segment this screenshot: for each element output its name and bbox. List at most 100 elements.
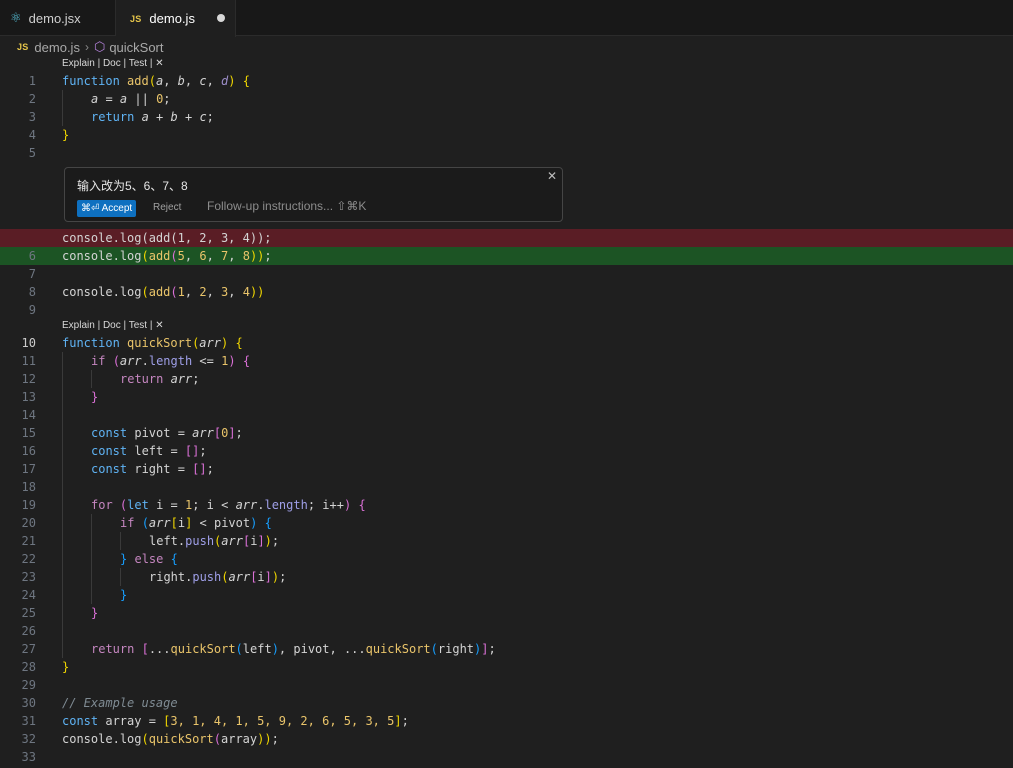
followup-input[interactable]: Follow-up instructions... ⇧⌘K <box>207 199 366 213</box>
code-line: 32 console.log(quickSort(array)); <box>0 730 1013 748</box>
line-number: 29 <box>21 678 36 692</box>
line-number: 9 <box>28 303 36 317</box>
code-line: 18 <box>0 478 1013 496</box>
js-icon: JS <box>130 13 142 24</box>
line-content: return a + b + c; <box>91 110 214 124</box>
code-line: 13 } <box>0 388 1013 406</box>
line-content: } else { <box>120 552 178 566</box>
line-content: } <box>91 390 99 404</box>
code-line: 23 right.push(arr[i]); <box>0 568 1013 586</box>
line-number: 21 <box>21 534 36 548</box>
line-number: 5 <box>28 146 36 160</box>
inline-edit-prompt: 输入改为5、6、7、8 ⌘⏎ Accept Reject Follow-up i… <box>64 167 563 222</box>
line-content: console.log(quickSort(array)); <box>62 732 279 746</box>
breadcrumb: JS demo.js › ⬡ quickSort <box>0 38 164 56</box>
line-number: 7 <box>28 267 36 281</box>
line-content: a = a || 0; <box>91 92 171 106</box>
code-line: 4 } <box>0 126 1013 144</box>
line-content: function add(a, b, c, d) { <box>62 74 250 88</box>
line-content: console.log(add(5, 6, 7, 8)); <box>62 249 272 263</box>
line-number: 26 <box>21 624 36 638</box>
line-content: return [...quickSort(left), pivot, ...qu… <box>91 642 496 656</box>
line-number: 13 <box>21 390 36 404</box>
line-number: 22 <box>21 552 36 566</box>
diff-inserted-line: 6 console.log(add(5, 6, 7, 8)); <box>0 247 1013 265</box>
line-number: 17 <box>21 462 36 476</box>
code-line: 28 } <box>0 658 1013 676</box>
line-content: } <box>62 660 70 674</box>
code-line: 31 const array = [3, 1, 4, 1, 5, 9, 2, 6… <box>0 712 1013 730</box>
code-line: 27 return [...quickSort(left), pivot, ..… <box>0 640 1013 658</box>
line-number: 24 <box>21 588 36 602</box>
line-number: 32 <box>21 732 36 746</box>
line-content: console.log(add(1, 2, 3, 4)); <box>62 231 272 245</box>
tab-label: demo.jsx <box>28 10 81 26</box>
code-line: 2 a = a || 0; <box>0 90 1013 108</box>
code-line: 16 const left = []; <box>0 442 1013 460</box>
line-number: 10 <box>21 336 36 350</box>
line-number: 3 <box>28 110 36 124</box>
close-icon[interactable]: ✕ <box>547 169 557 183</box>
line-number: 1 <box>28 74 36 88</box>
code-line: 30 // Example usage <box>0 694 1013 712</box>
line-content: return arr; <box>120 372 200 386</box>
tab-demo-jsx[interactable]: ⚛ demo.jsx <box>0 0 116 36</box>
line-content: console.log(add(1, 2, 3, 4)) <box>62 285 265 299</box>
code-line: 10 function quickSort(arr) { <box>0 334 1013 352</box>
line-number: 6 <box>28 249 36 263</box>
line-number: 33 <box>21 750 36 764</box>
code-line: 12 return arr; <box>0 370 1013 388</box>
line-number: 23 <box>21 570 36 584</box>
js-icon: JS <box>17 42 29 52</box>
line-number: 18 <box>21 480 36 494</box>
line-number: 11 <box>21 354 36 368</box>
line-number: 4 <box>28 128 36 142</box>
line-number: 20 <box>21 516 36 530</box>
code-line: 17 const right = []; <box>0 460 1013 478</box>
react-icon: ⚛ <box>10 10 22 25</box>
line-number: 8 <box>28 285 36 299</box>
code-line: 25 } <box>0 604 1013 622</box>
line-content: if (arr.length <= 1) { <box>91 354 251 368</box>
line-content: const right = []; <box>91 462 214 476</box>
line-content: } <box>91 606 99 620</box>
line-number: 25 <box>21 606 36 620</box>
line-content: for (let i = 1; i < arr.length; i++) { <box>91 498 366 512</box>
code-line: 22 } else { <box>0 550 1013 568</box>
code-line: 9 <box>0 301 1013 319</box>
line-number: 14 <box>21 408 36 422</box>
line-content: // Example usage <box>62 696 178 710</box>
breadcrumb-file[interactable]: demo.js <box>34 40 80 55</box>
reject-button[interactable]: Reject <box>153 202 181 213</box>
breadcrumb-symbol[interactable]: quickSort <box>109 40 163 55</box>
codelens-actions[interactable]: Explain | Doc | Test | ✕ <box>62 58 164 69</box>
tab-demo-js[interactable]: JS demo.js <box>116 0 236 37</box>
line-content: function quickSort(arr) { <box>62 336 243 350</box>
line-number: 19 <box>21 498 36 512</box>
code-line: 26 <box>0 622 1013 640</box>
line-number: 12 <box>21 372 36 386</box>
code-line: 5 <box>0 144 1013 162</box>
line-content: if (arr[i] < pivot) { <box>120 516 272 530</box>
code-line: 11 if (arr.length <= 1) { <box>0 352 1013 370</box>
method-cube-icon: ⬡ <box>93 39 106 54</box>
line-content: } <box>120 588 128 602</box>
accept-button[interactable]: ⌘⏎ Accept <box>77 200 137 217</box>
line-number: 15 <box>21 426 36 440</box>
code-line: 15 const pivot = arr[0]; <box>0 424 1013 442</box>
code-line: 8 console.log(add(1, 2, 3, 4)) <box>0 283 1013 301</box>
code-line: 7 <box>0 265 1013 283</box>
tab-bar: ⚛ demo.jsx JS demo.js <box>0 0 1013 37</box>
line-number: 2 <box>28 92 36 106</box>
code-line: 3 return a + b + c; <box>0 108 1013 126</box>
code-line: 20 if (arr[i] < pivot) { <box>0 514 1013 532</box>
chevron-right-icon: › <box>84 40 89 54</box>
code-line: 24 } <box>0 586 1013 604</box>
line-number: 27 <box>21 642 36 656</box>
tab-label: demo.js <box>149 11 195 26</box>
codelens-actions[interactable]: Explain | Doc | Test | ✕ <box>62 320 164 331</box>
unsaved-dot-icon[interactable] <box>217 14 225 22</box>
line-content: } <box>62 128 70 142</box>
line-content: right.push(arr[i]); <box>149 570 287 584</box>
code-line: 29 <box>0 676 1013 694</box>
